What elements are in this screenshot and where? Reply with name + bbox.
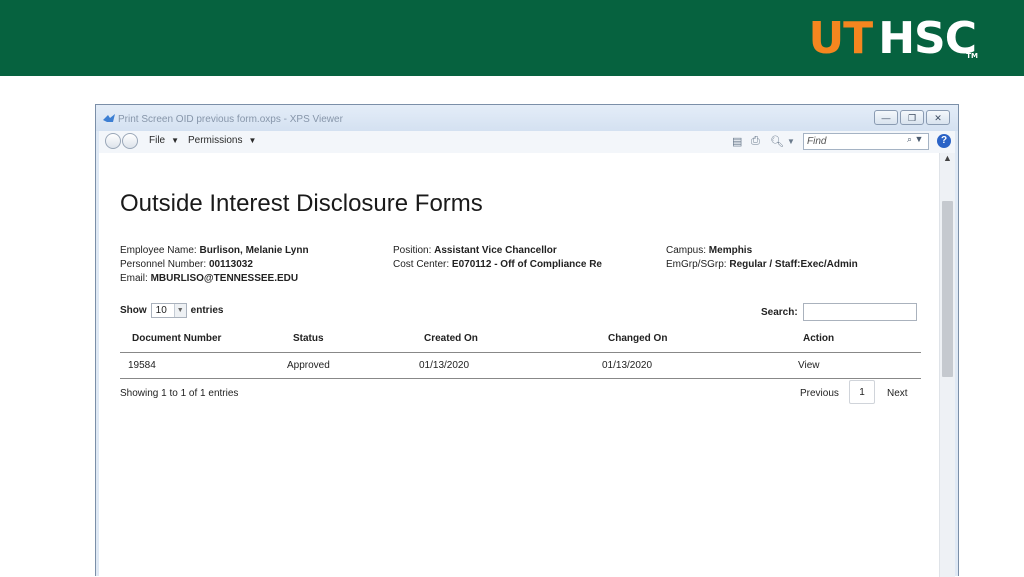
vertical-scrollbar[interactable]: ▲ <box>939 153 955 577</box>
position-label: Position: <box>393 245 432 256</box>
page-view-icon[interactable]: ▤ <box>732 135 742 148</box>
menu-file[interactable]: File ▼ <box>149 135 179 146</box>
page-1-button[interactable]: 1 <box>849 380 875 404</box>
table-bottom-divider <box>120 378 921 379</box>
personnel-number-label: Personnel Number: <box>120 259 207 270</box>
menu-permissions[interactable]: Permissions ▼ <box>188 135 256 146</box>
employee-name-label: Employee Name: <box>120 245 197 256</box>
cell-created-on: 01/13/2020 <box>419 360 470 371</box>
campus-value: Memphis <box>708 245 753 256</box>
position-value: Assistant Vice Chancellor <box>434 245 557 256</box>
zoom-icon[interactable]: 🔍︎ <box>770 135 784 148</box>
xps-viewer-window: Print Screen OID previous form.oxps - XP… <box>95 104 959 577</box>
previous-button[interactable]: Previous <box>800 388 839 399</box>
header-status[interactable]: Status <box>293 333 324 344</box>
campus-label: Campus: <box>666 245 707 256</box>
chevron-down-icon: ▼ <box>171 136 180 145</box>
find-search-icon[interactable]: ⌕ ▼ <box>907 134 923 145</box>
forward-button[interactable] <box>122 133 138 149</box>
title-bar[interactable]: Print Screen OID previous form.oxps - XP… <box>96 105 958 131</box>
help-icon[interactable]: ? <box>937 134 951 148</box>
scrollbar-thumb[interactable] <box>942 201 953 377</box>
scroll-up-icon[interactable]: ▲ <box>943 153 952 163</box>
logo-hsc: HSC <box>878 12 977 64</box>
page-title: Outside Interest Disclosure Forms <box>120 190 483 217</box>
search-label: Search: <box>761 307 798 318</box>
employee-info-left: Employee Name: Burlison, Melanie Lynn Pe… <box>120 244 309 286</box>
header-divider <box>120 352 921 353</box>
employee-info-right: Campus: Memphis EmGrp/SGrp: Regular / St… <box>666 244 858 272</box>
emgrp-value: Regular / Staff:Exec/Admin <box>729 259 858 270</box>
email-label: Email: <box>120 273 148 284</box>
employee-name: Burlison, Melanie Lynn <box>199 245 309 256</box>
table-summary: Showing 1 to 1 of 1 entries <box>120 388 239 399</box>
search-input[interactable] <box>803 303 917 321</box>
emgrp-label: EmGrp/SGrp: <box>666 259 727 270</box>
window-controls: — ❐ ✕ <box>874 110 950 125</box>
cell-changed-on: 01/13/2020 <box>602 360 653 371</box>
zoom-dropdown-icon[interactable]: ▼ <box>787 137 795 146</box>
entries-select[interactable]: 10 ▼ <box>150 303 187 318</box>
cost-center-value: E070112 - Off of Compliance Re <box>451 259 602 270</box>
cell-status: Approved <box>287 360 330 371</box>
personnel-number: 00113032 <box>208 259 253 270</box>
restore-button[interactable]: ❐ <box>900 110 924 125</box>
entries-label: entries <box>190 305 224 316</box>
close-button[interactable]: ✕ <box>926 110 950 125</box>
xps-app-icon <box>103 114 115 122</box>
cost-center-label: Cost Center: <box>393 259 450 270</box>
show-label: Show <box>120 305 147 316</box>
header-changed-on[interactable]: Changed On <box>608 333 667 344</box>
print-icon[interactable]: ⎙ <box>751 135 760 148</box>
toolbar: File ▼ Permissions ▼ ▤ ⎙ 🔍︎ ▼ Find ⌕ ▼ ? <box>99 131 955 154</box>
header-action[interactable]: Action <box>803 333 834 344</box>
header-banner: UT HSC TM <box>0 0 1024 76</box>
header-document-number[interactable]: Document Number <box>132 333 221 344</box>
header-created-on[interactable]: Created On <box>424 333 478 344</box>
entries-length-control: Show 10 ▼ entries <box>120 303 223 318</box>
back-button[interactable] <box>105 133 121 149</box>
window-title: Print Screen OID previous form.oxps - XP… <box>118 114 343 125</box>
document-page: Outside Interest Disclosure Forms Employ… <box>99 153 939 577</box>
logo-tm: TM <box>966 52 978 60</box>
view-link[interactable]: View <box>798 360 820 371</box>
cell-document-number: 19584 <box>128 360 156 371</box>
employee-info-middle: Position: Assistant Vice Chancellor Cost… <box>393 244 602 272</box>
chevron-down-icon: ▼ <box>248 136 257 145</box>
uthsc-logo: UT HSC TM <box>808 12 978 64</box>
chevron-down-icon: ▼ <box>173 304 186 317</box>
email-value: MBURLISO@TENNESSEE.EDU <box>150 273 299 284</box>
logo-ut: UT <box>808 12 873 64</box>
minimize-button[interactable]: — <box>874 110 898 125</box>
next-button[interactable]: Next <box>887 388 908 399</box>
